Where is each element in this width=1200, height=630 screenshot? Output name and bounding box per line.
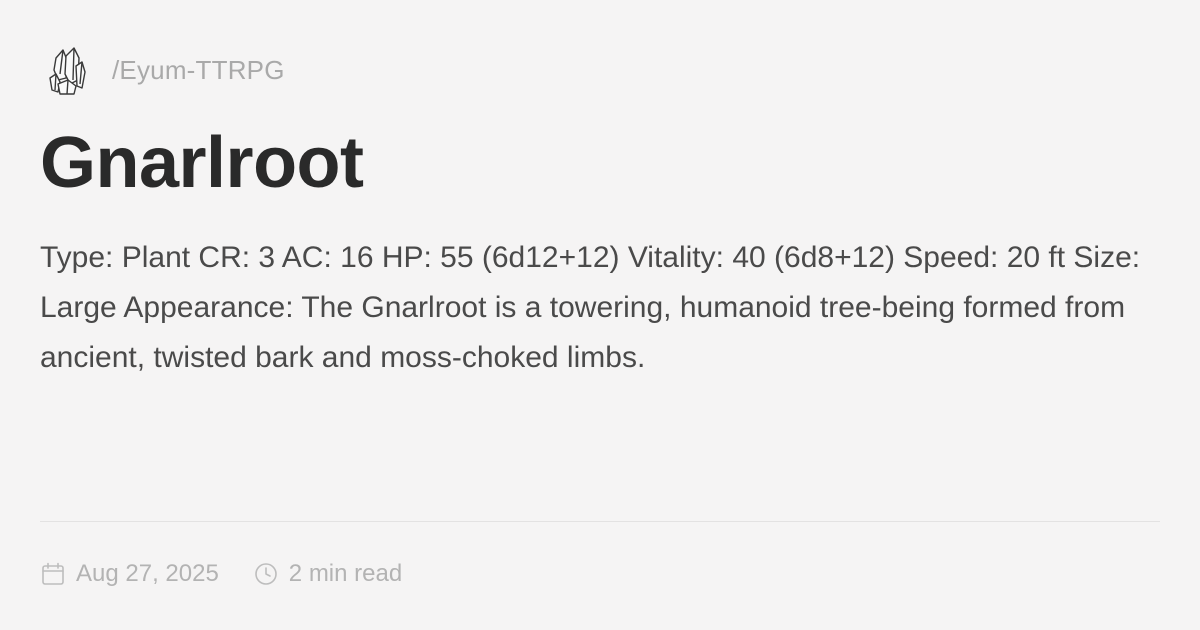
preview-card: /Eyum-TTRPG Gnarlroot Type: Plant CR: 3 … bbox=[0, 0, 1200, 630]
article-meta: Aug 27, 2025 2 min read bbox=[40, 556, 402, 592]
site-path-link[interactable]: /Eyum-TTRPG bbox=[112, 55, 285, 86]
crystal-cluster-icon[interactable] bbox=[46, 44, 88, 96]
read-time: 2 min read bbox=[253, 560, 402, 588]
site-header: /Eyum-TTRPG bbox=[46, 42, 285, 98]
publish-date-text: Aug 27, 2025 bbox=[76, 560, 219, 587]
page-title: Gnarlroot bbox=[40, 123, 364, 203]
calendar-icon bbox=[40, 561, 66, 587]
article-description: Type: Plant CR: 3 AC: 16 HP: 55 (6d12+12… bbox=[40, 241, 1141, 374]
clock-icon bbox=[253, 561, 279, 587]
read-time-text: 2 min read bbox=[288, 560, 403, 587]
divider bbox=[40, 521, 1160, 522]
publish-date: Aug 27, 2025 bbox=[40, 560, 219, 588]
